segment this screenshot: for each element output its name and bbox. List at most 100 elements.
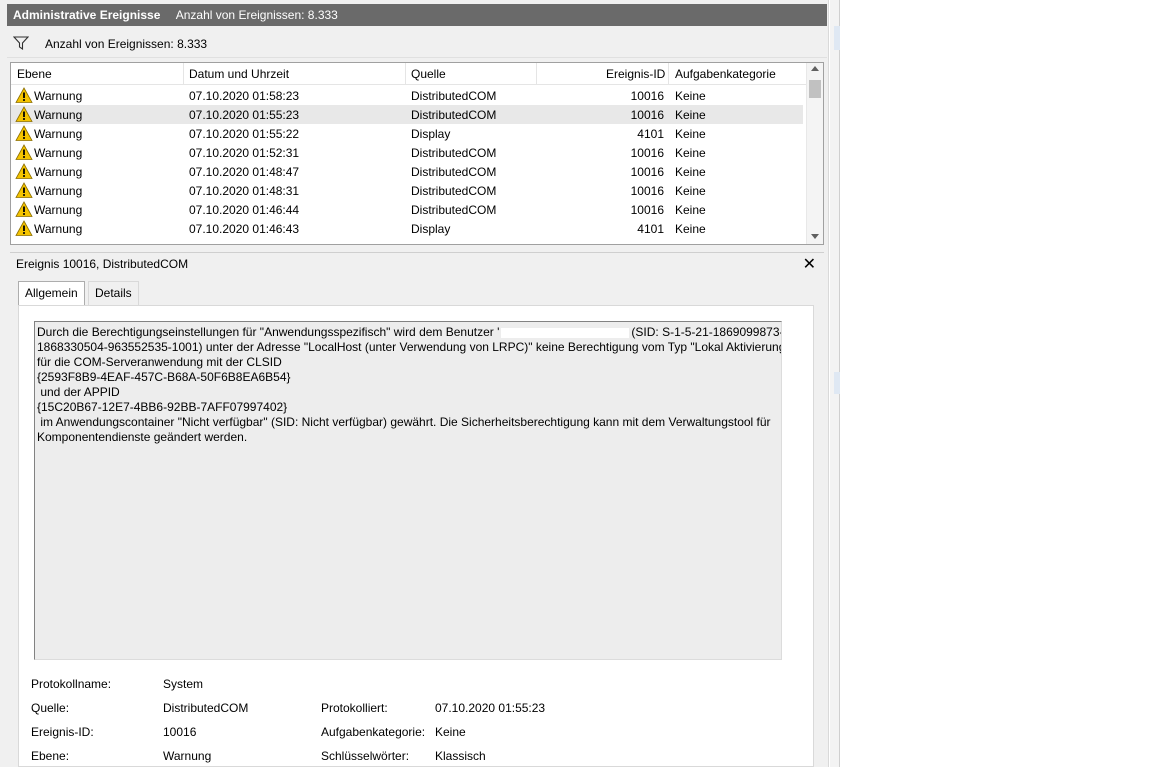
cell-datetime: 07.10.2020 01:55:23 [189,108,300,122]
logged-value[interactable]: 07.10.2020 01:55:23 [435,701,545,715]
tab-details[interactable]: Details [88,281,139,305]
log-name-value[interactable]: System [163,677,203,691]
warning-icon [15,201,33,217]
filter-icon[interactable] [13,36,29,50]
warning-icon [15,125,33,141]
cell-category: Keine [675,203,706,217]
column-divider[interactable] [668,63,669,85]
warning-icon [15,106,33,122]
source-label: Quelle: [31,701,70,715]
filter-bar: Anzahl von Ereignissen: 8.333 [7,30,827,58]
cell-datetime: 07.10.2020 01:48:31 [189,184,300,198]
description-line: {15C20B67-12E7-4BB6-92BB-7AFF07997402} [37,400,288,414]
cell-event-id: 10016 [630,108,664,122]
keywords-label: Schlüsselwörter: [321,749,410,763]
cell-category: Keine [675,89,706,103]
description-line: Komponentendienste geändert werden. [37,430,248,444]
cell-datetime: 07.10.2020 01:46:43 [189,222,300,236]
cell-source: Display [411,222,451,236]
logged-label: Protokolliert: [321,701,388,715]
event-id-label: Ereignis-ID: [31,725,94,739]
cell-event-id: 10016 [630,165,664,179]
column-divider[interactable] [183,63,184,85]
cell-level: Warnung [34,146,83,160]
cell-datetime: 07.10.2020 01:52:31 [189,146,300,160]
log-name-label: Protokollname: [31,677,112,691]
event-detail-header: Ereignis 10016, DistributedCOM ✕ [10,252,824,274]
warning-icon [15,220,33,236]
table-body: Warnung 07.10.2020 01:58:23 DistributedCOM… [11,86,807,244]
cell-category: Keine [675,222,706,236]
cell-event-id: 10016 [630,203,664,217]
cell-source: DistributedCOM [411,165,497,179]
cell-event-id: 4101 [637,222,664,236]
keywords-value[interactable]: Klassisch [435,749,486,763]
cell-event-id: 10016 [630,146,664,160]
level-label: Ebene: [31,749,70,763]
close-icon[interactable]: ✕ [803,254,816,274]
description-line: Durch die Berechtigungseinstellungen für… [37,325,782,340]
event-description[interactable]: Durch die Berechtigungseinstellungen für… [34,321,782,660]
level-value[interactable]: Warnung [163,749,211,763]
task-category-value[interactable]: Keine [435,725,466,739]
cell-category: Keine [675,127,706,141]
cell-datetime: 07.10.2020 01:46:44 [189,203,300,217]
table-header: Ebene Datum und Uhrzeit Quelle Ereignis-… [11,63,807,85]
table-scrollbar[interactable] [806,63,823,244]
cell-event-id: 10016 [630,184,664,198]
warning-icon [15,182,33,198]
cell-source: DistributedCOM [411,146,497,160]
table-row[interactable]: Warnung 07.10.2020 01:48:31 DistributedCOM… [11,181,803,200]
table-row[interactable]: Warnung 07.10.2020 01:52:31 DistributedCOM… [11,143,803,162]
warning-icon [15,87,33,103]
table-row[interactable]: Warnung 07.10.2020 01:58:23 DistributedCOM… [11,86,803,105]
col-header-category[interactable]: Aufgabenkategorie [675,67,776,83]
event-detail-title: Ereignis 10016, DistributedCOM [16,257,189,271]
column-divider[interactable] [536,63,537,85]
description-line: 1868330504-963552535-1001) unter der Adr… [37,340,782,354]
description-text: Durch die Berechtigungseinstellungen für… [37,325,500,339]
cell-datetime: 07.10.2020 01:55:22 [189,127,300,141]
cell-event-id: 10016 [630,89,664,103]
table-row[interactable]: Warnung 07.10.2020 01:48:47 DistributedCOM… [11,162,803,181]
description-line: und der APPID [37,385,120,399]
scroll-up-icon[interactable] [811,66,819,71]
filter-count-text: Anzahl von Ereignissen: 8.333 [45,37,208,51]
task-category-label: Aufgabenkategorie: [321,725,426,739]
scroll-thumb[interactable] [809,80,821,98]
source-value[interactable]: DistributedCOM [163,701,248,715]
col-header-source[interactable]: Quelle [411,67,446,83]
cell-level: Warnung [34,127,83,141]
description-text: (SID: S-1-5-21-1869099873- [631,325,782,339]
col-header-level[interactable]: Ebene [17,67,52,83]
cell-category: Keine [675,184,706,198]
col-header-datetime[interactable]: Datum und Uhrzeit [189,67,289,83]
event-id-value[interactable]: 10016 [163,725,196,739]
cell-level: Warnung [34,108,83,122]
table-row[interactable]: Warnung 07.10.2020 01:55:22 Display Keine 41… [11,124,803,143]
cell-level: Warnung [34,184,83,198]
cell-category: Keine [675,165,706,179]
column-divider[interactable] [405,63,406,85]
cell-category: Keine [675,108,706,122]
table-row[interactable]: Warnung 07.10.2020 01:55:23 DistributedCOM… [11,105,803,124]
actions-pane-header [834,372,840,394]
view-title-bar: Administrative Ereignisse Anzahl von Ere… [7,4,827,26]
cell-level: Warnung [34,203,83,217]
cell-datetime: 07.10.2020 01:58:23 [189,89,300,103]
cell-level: Warnung [34,165,83,179]
actions-pane-header [834,26,840,50]
cell-source: DistributedCOM [411,184,497,198]
cell-level: Warnung [34,89,83,103]
cell-category: Keine [675,146,706,160]
description-line: für die COM-Serveranwendung mit der CLSI… [37,355,282,369]
cell-source: DistributedCOM [411,203,497,217]
table-row[interactable]: Warnung 07.10.2020 01:46:44 DistributedCOM… [11,200,803,219]
scroll-down-icon[interactable] [811,234,819,239]
tab-general[interactable]: Allgemein [18,281,85,306]
redacted-username [501,327,630,338]
table-row[interactable]: Warnung 07.10.2020 01:46:43 Display Keine 41… [11,219,803,238]
col-header-event-id[interactable]: Ereignis-ID [606,67,665,83]
view-title: Administrative Ereignisse [13,8,161,22]
event-count: Anzahl von Ereignissen: 8.333 [175,8,338,22]
